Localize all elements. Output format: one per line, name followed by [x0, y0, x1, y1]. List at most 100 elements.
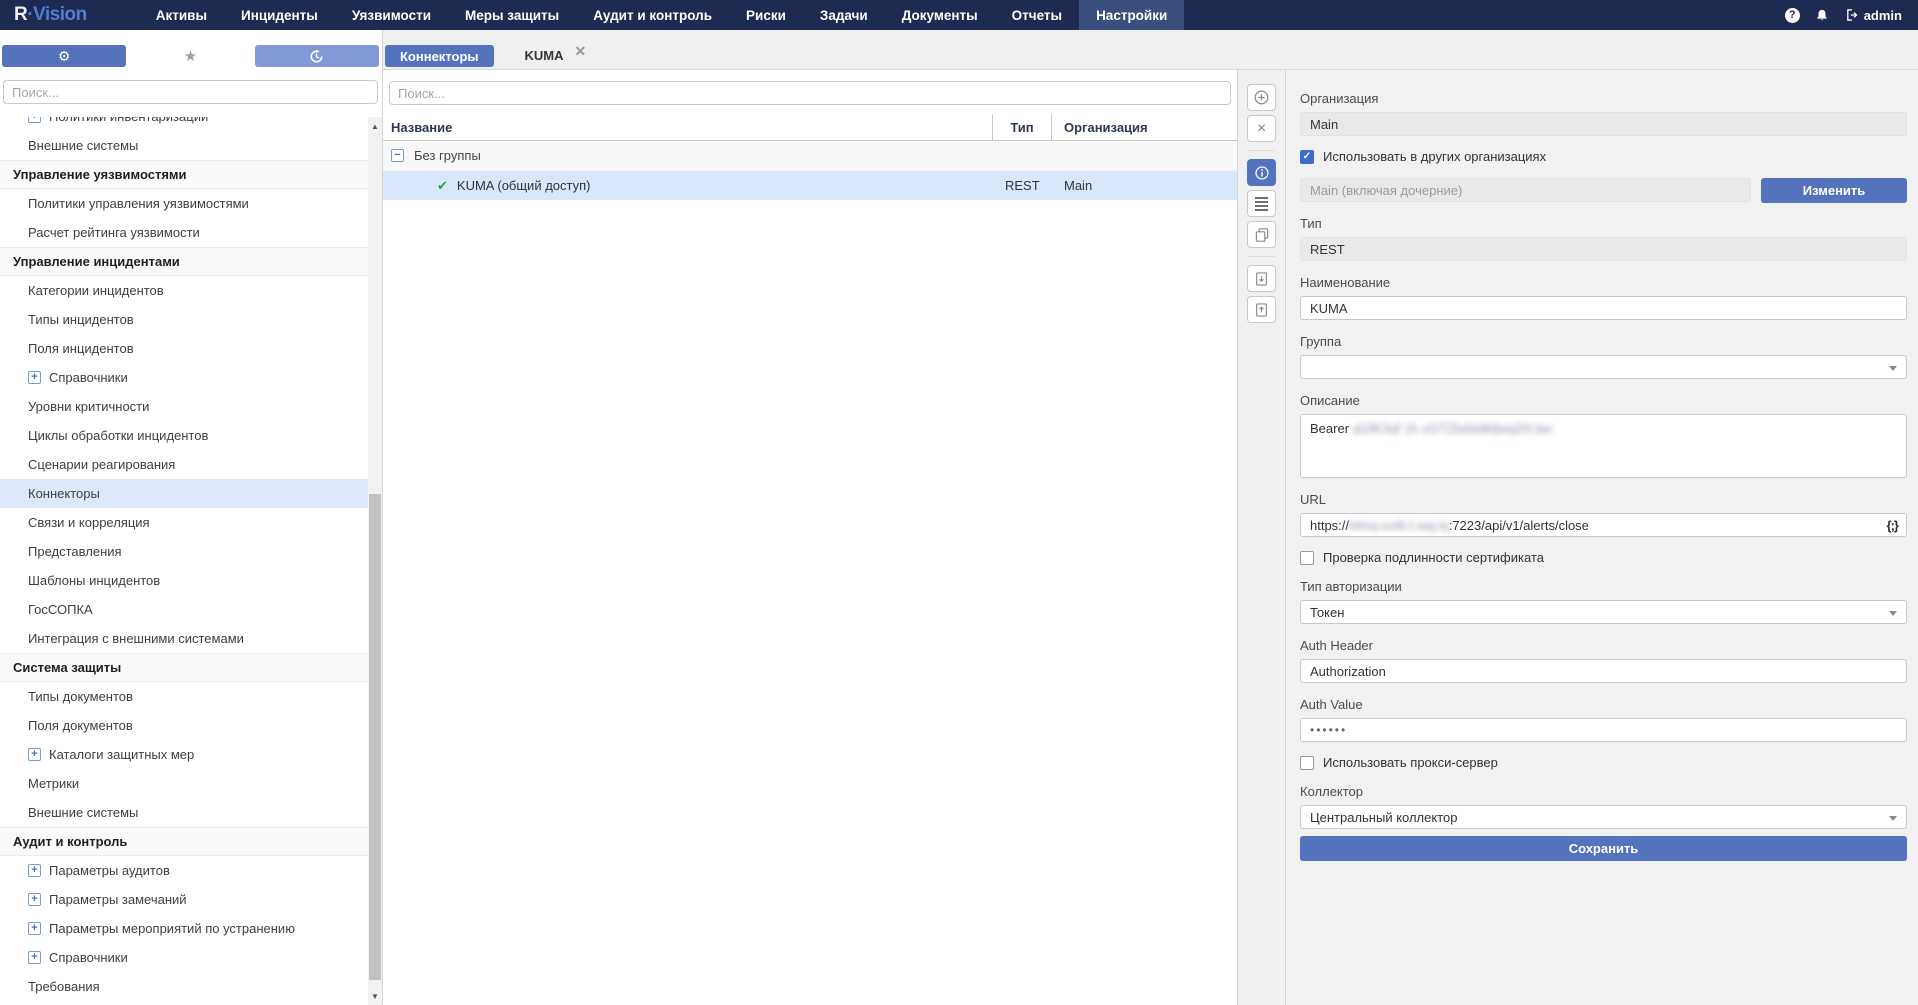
share-checkbox-row[interactable]: ✓ Использовать в других организациях [1300, 149, 1907, 164]
expand-icon[interactable]: + [28, 951, 41, 964]
url-input[interactable]: https://kfmq-svt8.f.swj.lq:7223/api/v1/a… [1300, 513, 1907, 537]
nav-item-0[interactable]: Активы [139, 0, 224, 30]
nav-item-1[interactable]: Инциденты [224, 0, 335, 30]
scroll-up-icon[interactable]: ▲ [368, 119, 382, 133]
sidebar-item[interactable]: Уровни критичности [0, 392, 368, 421]
nav-item-7[interactable]: Документы [885, 0, 995, 30]
change-button[interactable]: Изменить [1761, 178, 1907, 203]
user-menu[interactable]: admin [1844, 8, 1902, 23]
table-row[interactable]: ✔ KUMA (общий доступ) REST Main [383, 171, 1237, 200]
sidebar-item[interactable]: +Справочники [0, 943, 368, 972]
help-icon[interactable]: ? [1785, 8, 1800, 23]
description-label: Описание [1300, 393, 1907, 408]
share-scope-field: Main (включая дочерние) [1300, 178, 1751, 202]
cert-checkbox-row[interactable]: Проверка подлинности сертификата [1300, 550, 1907, 565]
sidebar-item[interactable]: Категории инцидентов [0, 276, 368, 305]
group-select[interactable] [1300, 355, 1907, 379]
sidebar-item[interactable]: +Политики инвентаризации [0, 117, 368, 131]
nav-item-8[interactable]: Отчеты [995, 0, 1079, 30]
nav-item-9[interactable]: Настройки [1079, 0, 1184, 30]
table-header: Название Тип Организация [383, 114, 1237, 141]
proxy-checkbox[interactable] [1300, 756, 1314, 770]
sidebar-item[interactable]: Расчет рейтинга уязвимости [0, 218, 368, 247]
template-variables-icon[interactable]: {;} [1887, 518, 1898, 533]
nav-item-4[interactable]: Аудит и контроль [576, 0, 729, 30]
nav-item-2[interactable]: Уязвимости [335, 0, 448, 30]
name-input[interactable] [1300, 296, 1907, 320]
tab-settings-gear[interactable]: ⚙ [2, 45, 126, 67]
expand-icon[interactable]: + [28, 893, 41, 906]
tab-favorites[interactable]: ★ [127, 45, 253, 67]
close-tab-icon[interactable]: ✕ [575, 46, 587, 56]
expand-icon[interactable]: + [28, 864, 41, 877]
column-header-org[interactable]: Организация [1051, 114, 1237, 140]
collector-select[interactable]: Центральный коллектор [1300, 805, 1907, 829]
sidebar-item[interactable]: Метрики [0, 769, 368, 798]
sidebar-item[interactable]: +Справочники [0, 363, 368, 392]
sidebar-item[interactable]: К [0, 1001, 368, 1005]
sidebar-item[interactable]: Типы инцидентов [0, 305, 368, 334]
scrollbar-thumb[interactable] [369, 494, 381, 980]
sidebar-item[interactable]: Циклы обработки инцидентов [0, 421, 368, 450]
export-button[interactable] [1247, 265, 1276, 292]
nav-item-5[interactable]: Риски [729, 0, 803, 30]
name-label: Наименование [1300, 275, 1907, 290]
tab-connectors[interactable]: Коннекторы [385, 45, 494, 67]
sidebar-item[interactable]: Политики управления уязвимостями [0, 189, 368, 218]
auth-type-select[interactable]: Токен [1300, 600, 1907, 624]
tab-kuma[interactable]: KUMA ✕ [525, 45, 587, 67]
column-header-type[interactable]: Тип [992, 114, 1051, 140]
redacted-token: aGfK3qf 1h xGTZbdsldkfjwq2N bw [1353, 421, 1552, 436]
details-button[interactable] [1247, 190, 1276, 217]
add-button[interactable] [1247, 84, 1276, 111]
auth-value-label: Auth Value [1300, 697, 1907, 712]
sidebar-scrollbar[interactable]: ▲ ▼ [368, 117, 382, 1005]
sidebar-item[interactable]: +Параметры мероприятий по устранению [0, 914, 368, 943]
proxy-checkbox-row[interactable]: Использовать прокси-сервер [1300, 755, 1907, 770]
connectors-panel: Название Тип Организация − Без группы ✔ … [383, 70, 1238, 1005]
tab-history[interactable] [255, 45, 379, 67]
sidebar-item[interactable]: Интеграция с внешними системами [0, 624, 368, 653]
nav-item-3[interactable]: Меры защиты [448, 0, 576, 30]
sidebar-search-input[interactable] [3, 80, 378, 104]
notifications-bell-icon[interactable] [1815, 8, 1829, 23]
nav-item-6[interactable]: Задачи [803, 0, 885, 30]
sidebar-item[interactable]: Сценарии реагирования [0, 450, 368, 479]
logout-icon [1844, 8, 1859, 22]
sidebar-item[interactable]: Типы документов [0, 682, 368, 711]
sidebar-item[interactable]: Связи и корреляция [0, 508, 368, 537]
sidebar-section-header: Система защиты [0, 653, 368, 682]
sidebar-item[interactable]: +Параметры замечаний [0, 885, 368, 914]
sidebar-item[interactable]: Требования [0, 972, 368, 1001]
expand-icon[interactable]: + [28, 117, 41, 123]
sidebar-item[interactable]: +Каталоги защитных мер [0, 740, 368, 769]
sidebar-item[interactable]: Внешние системы [0, 131, 368, 160]
import-button[interactable] [1247, 296, 1276, 323]
copy-button[interactable] [1247, 221, 1276, 248]
sidebar-item[interactable]: Коннекторы [0, 479, 368, 508]
sidebar-item[interactable]: ГосСОПКА [0, 595, 368, 624]
expand-icon[interactable]: + [28, 371, 41, 384]
chevron-down-icon [1889, 611, 1897, 616]
description-textarea[interactable]: Bearer aGfK3qf 1h xGTZbdsldkfjwq2N bw [1300, 414, 1907, 478]
scroll-down-icon[interactable]: ▼ [368, 989, 382, 1003]
sidebar-item[interactable]: Шаблоны инцидентов [0, 566, 368, 595]
auth-value-input[interactable]: •••••• [1300, 718, 1907, 742]
info-button[interactable] [1247, 159, 1276, 186]
sidebar-item[interactable]: Поля инцидентов [0, 334, 368, 363]
column-header-name[interactable]: Название [383, 120, 992, 135]
sidebar-item[interactable]: Представления [0, 537, 368, 566]
expand-icon[interactable]: + [28, 922, 41, 935]
delete-button[interactable]: × [1247, 115, 1276, 142]
share-checkbox[interactable]: ✓ [1300, 150, 1314, 164]
group-row[interactable]: − Без группы [383, 141, 1237, 171]
auth-header-input[interactable] [1300, 659, 1907, 683]
save-button[interactable]: Сохранить [1300, 836, 1907, 861]
collapse-icon[interactable]: − [391, 149, 404, 162]
sidebar-item[interactable]: Поля документов [0, 711, 368, 740]
cert-checkbox[interactable] [1300, 551, 1314, 565]
connectors-search-input[interactable] [389, 81, 1231, 105]
expand-icon[interactable]: + [28, 748, 41, 761]
sidebar-item[interactable]: +Параметры аудитов [0, 856, 368, 885]
sidebar-item[interactable]: Внешние системы [0, 798, 368, 827]
